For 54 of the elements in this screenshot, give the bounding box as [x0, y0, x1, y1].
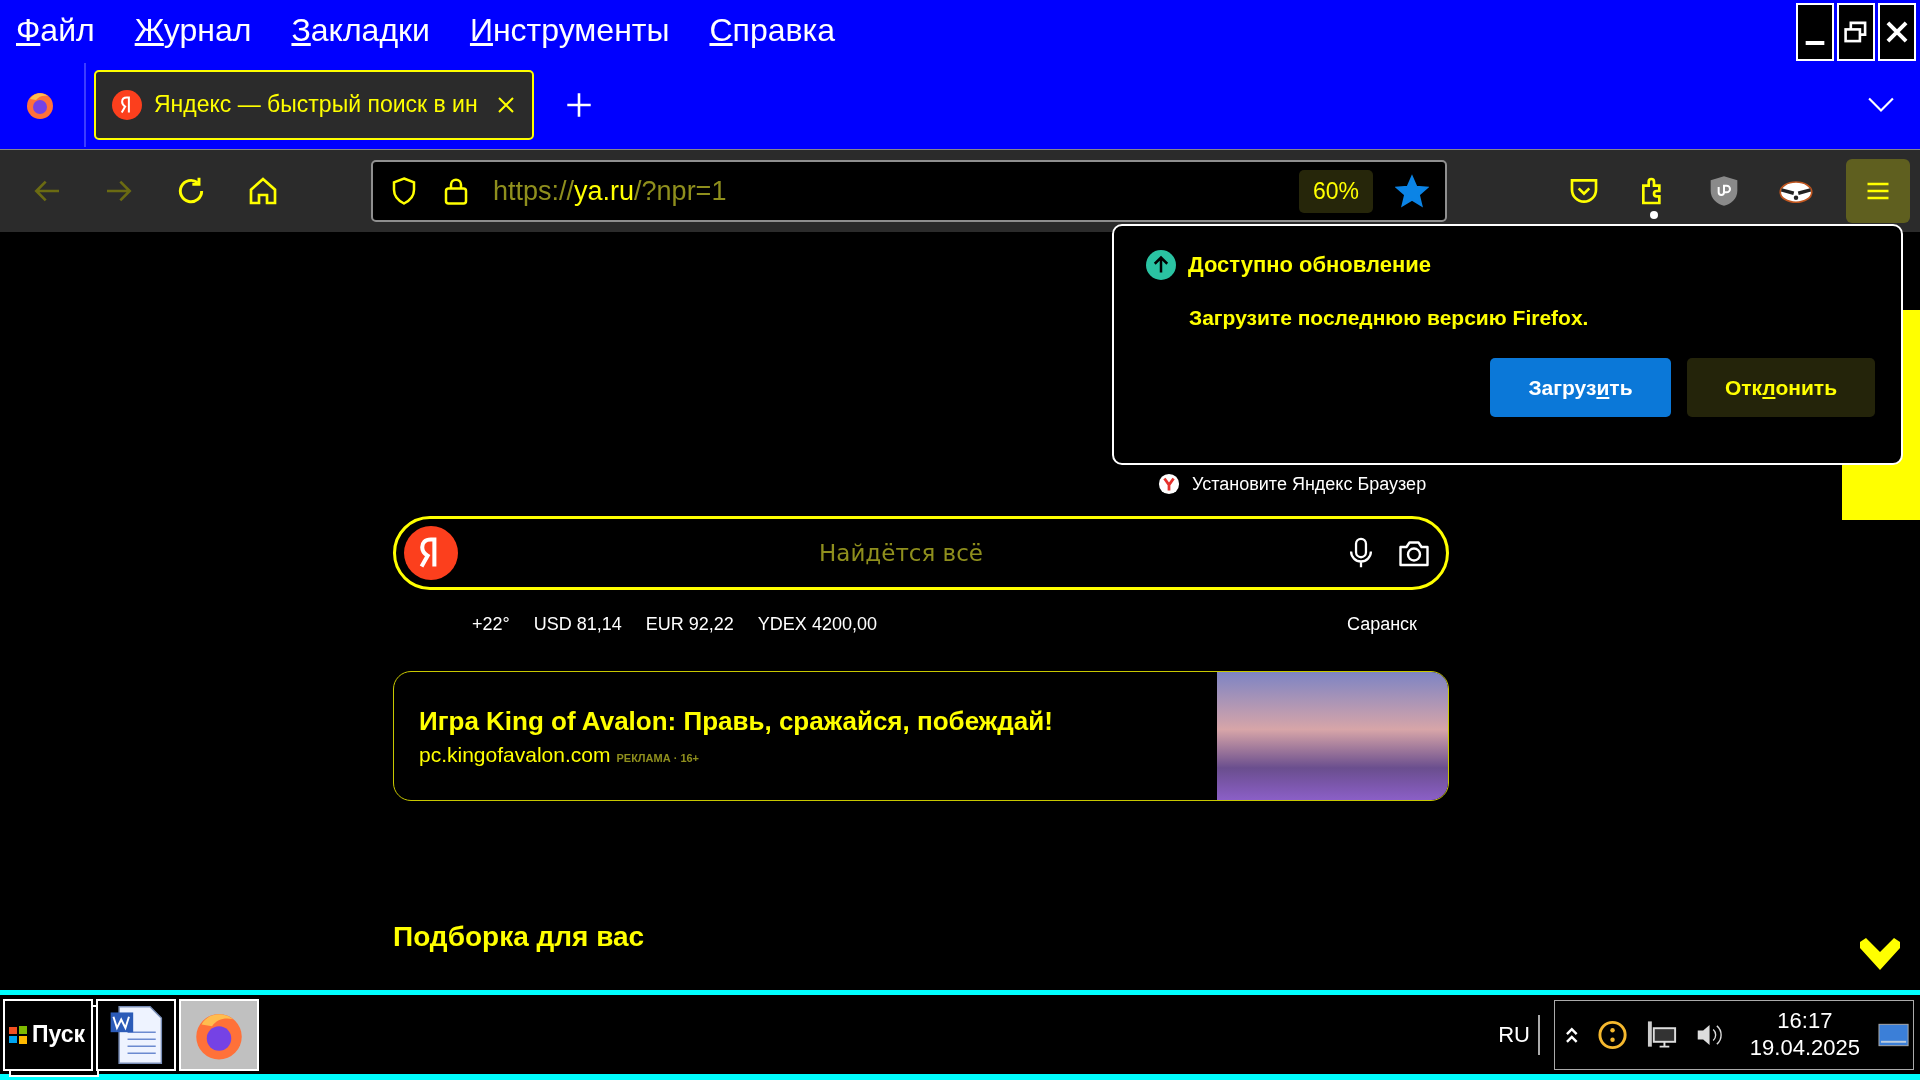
popup-message: Загрузите последнюю версию Firefox.	[1189, 306, 1590, 330]
tab-title: Яндекс — быстрый поиск в ин	[154, 91, 479, 118]
restore-button[interactable]	[1837, 3, 1875, 61]
minimize-button[interactable]	[1796, 3, 1834, 61]
clock-date[interactable]: 19.04.2025	[1749, 1034, 1860, 1061]
ublock-shield-icon[interactable]	[1708, 175, 1740, 207]
menu-item[interactable]: Файл	[16, 11, 95, 49]
address-bar[interactable]: https://ya.ru/?npr=1 60%	[371, 160, 1447, 222]
menu-item[interactable]: Инструменты	[469, 11, 670, 49]
zoom-level[interactable]: 60%	[1298, 169, 1373, 213]
info-item[interactable]: USD 81,14	[533, 614, 622, 635]
ad-label: РЕКЛАМА · 16+	[616, 751, 700, 764]
ad-title[interactable]: Игра King of Avalon: Правь, сражайся, побеждай!	[419, 705, 1217, 737]
clock-time[interactable]: 16:17	[1777, 1008, 1833, 1035]
arrow-up-circle-icon	[1146, 250, 1176, 280]
menu-button[interactable]	[1846, 159, 1910, 223]
install-browser-link[interactable]: Установите Яндекс Браузер	[1192, 473, 1427, 495]
browser-tab[interactable]: Яндекс — быстрый поиск в ин	[94, 69, 534, 140]
star-icon[interactable]	[1395, 174, 1429, 208]
download-button[interactable]: Загрузить	[1490, 358, 1671, 417]
info-item[interactable]: YDEX 4200,00	[757, 614, 877, 635]
info-item[interactable]: +22°	[472, 614, 510, 635]
windows-logo-icon	[8, 1024, 28, 1045]
close-icon[interactable]	[496, 94, 516, 115]
ad-domain[interactable]: pc.kingofavalon.com	[419, 742, 611, 767]
url-text: https://ya.ru/?npr=1	[493, 175, 728, 207]
menu-item[interactable]: Закладки	[291, 11, 430, 49]
chevron-down-icon[interactable]	[1860, 938, 1900, 970]
yandex-logo-icon[interactable]	[404, 526, 458, 580]
close-icon	[1884, 19, 1910, 45]
city-name[interactable]: Саранск	[1346, 614, 1417, 635]
home-icon[interactable]	[247, 175, 279, 207]
new-tab-icon[interactable]	[566, 91, 592, 118]
yandex-browser-icon[interactable]	[1158, 473, 1180, 495]
menu-item[interactable]: Справка	[709, 11, 835, 49]
section-title: Подборка для вас	[393, 921, 646, 953]
ad-card[interactable]: Игра King of Avalon: Правь, сражайся, побеждай! pc.kingofavalon.com РЕКЛАМА · 16+	[393, 671, 1449, 801]
restore-icon	[1843, 19, 1869, 45]
language-indicator[interactable]: RU	[1498, 1014, 1540, 1055]
taskbar-app[interactable]	[179, 998, 260, 1071]
chevron-down-icon[interactable]	[1868, 96, 1894, 113]
taskbar-app[interactable]	[96, 998, 177, 1071]
network-icon[interactable]	[1645, 1018, 1677, 1051]
popup-title: Доступно обновление	[1188, 252, 1431, 278]
status-circle-icon[interactable]	[1596, 1018, 1628, 1051]
info-item[interactable]: EUR 92,22	[645, 614, 734, 635]
close-button[interactable]	[1878, 3, 1916, 61]
minimize-icon	[1805, 41, 1825, 45]
yandex-favicon-icon	[112, 89, 142, 120]
search-field[interactable]: Найдётся всё	[476, 539, 1326, 567]
menu-item[interactable]: Журнал	[134, 11, 252, 49]
search-bar[interactable]: Найдётся всё	[393, 516, 1449, 590]
show-desktop-icon[interactable]	[1877, 1022, 1909, 1047]
dismiss-button[interactable]: Отклонить	[1687, 358, 1875, 417]
